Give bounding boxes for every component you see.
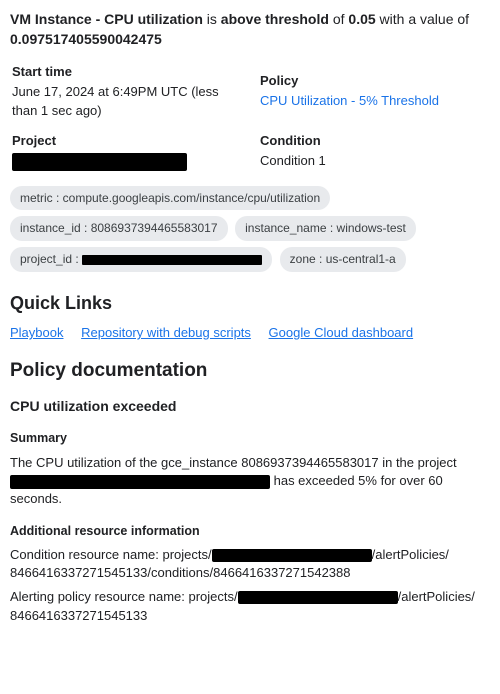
project-label: Project xyxy=(12,132,240,150)
chip-instance-id: instance_id : 8086937394465583017 xyxy=(10,216,228,241)
alert-threshold: 0.05 xyxy=(348,11,375,27)
playbook-link[interactable]: Playbook xyxy=(10,325,63,340)
chip-instance-name: instance_name : windows-test xyxy=(235,216,416,241)
policy-project-redacted xyxy=(238,591,398,604)
quick-links-row: Playbook Repository with debug scripts G… xyxy=(10,324,490,342)
chip-project-id: project_id : xyxy=(10,247,272,272)
project-value-redacted xyxy=(12,153,187,171)
dashboard-link[interactable]: Google Cloud dashboard xyxy=(269,325,414,340)
policy-doc-heading: Policy documentation xyxy=(10,358,490,385)
alert-summary: VM Instance - CPU utilization is above t… xyxy=(10,10,490,49)
summary-text: The CPU utilization of the gce_instance … xyxy=(10,454,490,509)
condition-block: Condition Condition 1 xyxy=(260,132,488,171)
start-time-label: Start time xyxy=(12,63,240,81)
alert-resource-metric: VM Instance - CPU utilization xyxy=(10,11,203,27)
chip-zone: zone : us-central1-a xyxy=(280,247,406,272)
repo-link[interactable]: Repository with debug scripts xyxy=(81,325,251,340)
condition-value: Condition 1 xyxy=(260,152,488,170)
start-time-block: Start time June 17, 2024 at 6:49PM UTC (… xyxy=(12,63,240,120)
condition-label: Condition xyxy=(260,132,488,150)
project-block: Project xyxy=(12,132,240,171)
label-chips: metric : compute.googleapis.com/instance… xyxy=(10,183,490,275)
condition-resource-name: Condition resource name: projects//alert… xyxy=(10,546,490,582)
policy-block: Policy CPU Utilization - 5% Threshold xyxy=(260,72,488,110)
alert-value: 0.097517405590042475 xyxy=(10,31,162,47)
alert-state: above threshold xyxy=(221,11,329,27)
summary-project-redacted xyxy=(10,475,270,489)
additional-info-label: Additional resource information xyxy=(10,523,490,541)
cond-project-redacted xyxy=(212,549,372,562)
chip-metric: metric : compute.googleapis.com/instance… xyxy=(10,186,330,211)
quick-links-heading: Quick Links xyxy=(10,291,490,316)
chip-project-id-redacted xyxy=(82,255,262,265)
start-time-value: June 17, 2024 at 6:49PM UTC (less than 1… xyxy=(12,83,240,119)
policy-resource-name: Alerting policy resource name: projects/… xyxy=(10,588,490,624)
doc-subheading: CPU utilization exceeded xyxy=(10,397,490,417)
policy-label: Policy xyxy=(260,72,488,90)
policy-link[interactable]: CPU Utilization - 5% Threshold xyxy=(260,93,439,108)
summary-label: Summary xyxy=(10,430,490,448)
